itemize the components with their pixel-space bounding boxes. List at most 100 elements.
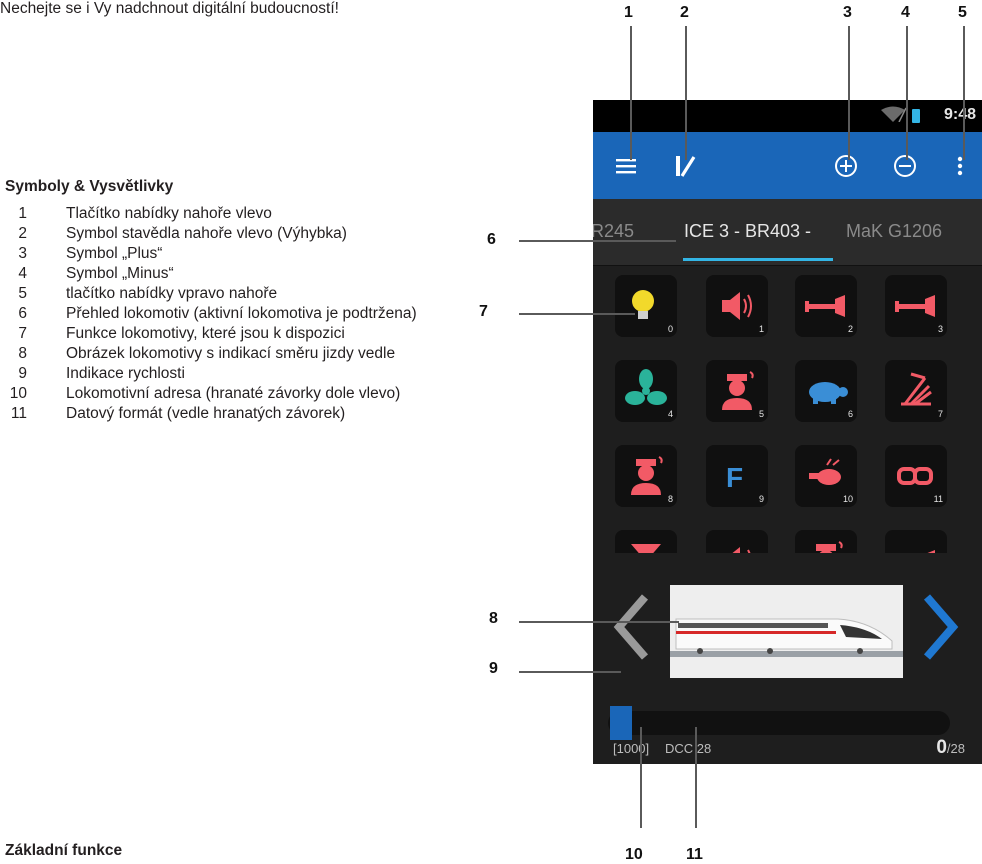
function-number: 0 [667,324,673,334]
legend-item-number: 5 [18,285,27,302]
locomotive-image [670,585,903,678]
legend-item-number: 9 [18,365,27,382]
tab-r245[interactable]: R245 [593,221,634,242]
function-number: 7 [937,409,943,419]
callout-10: 10 [625,846,643,863]
legend-item-number: 7 [18,325,27,342]
function-button-10[interactable]: 10 [795,445,857,507]
function-button-9[interactable]: F9 [706,445,768,507]
function-button-5[interactable]: 5 [706,360,768,422]
speed-slider[interactable] [608,711,950,735]
function-button-6[interactable]: 6 [795,360,857,422]
legend-item-number: 11 [10,405,27,422]
function-button-11[interactable]: 11 [885,445,947,507]
leader-line-2 [685,26,687,160]
legend-item-text: Datový formát (vedle hranatých závorek) [66,405,346,422]
battery-icon [912,109,920,123]
callout-9: 9 [489,660,498,677]
phone-screenshot: 9:48 R245 ICE 3 - BR403 - MaK G1206 0 1 2 3… [593,100,982,764]
intro-text: Nechejte se i Vy nadchnout digitální bud… [0,0,339,17]
speed-indicator: 0/28 [936,737,965,759]
function-button-extra-13[interactable] [706,530,768,553]
status-time: 9:48 [943,106,976,123]
horn-icon [927,550,935,553]
chevron-left-icon[interactable] [613,593,649,661]
horn-vertical-icon [631,544,661,553]
legend-item-number: 4 [18,265,27,282]
function-number: 6 [847,409,853,419]
function-number: 10 [842,494,853,504]
tab-ice3-br403[interactable]: ICE 3 - BR403 - [684,221,811,242]
legend-item-number: 1 [18,205,27,222]
function-number: 2 [847,324,853,334]
menu-icon[interactable] [611,132,641,199]
section-heading: Základní funkce [5,842,123,859]
legend-item-text: Tlačítko nabídky nahoře vlevo [66,205,272,222]
data-format: DCC 28 [665,741,712,756]
legend-item-text: Symbol „Minus“ [66,265,174,282]
legend-item-text: Funkce lokomotivy, které jsou k dispozic… [66,325,345,342]
function-button-0[interactable]: 0 [615,275,677,337]
speed-max: /28 [946,741,965,756]
callout-6: 6 [487,231,496,248]
function-button-extra-15[interactable] [885,530,947,553]
legend-item-number: 6 [18,305,27,322]
function-grid: 0 1 2 3 4 5 6 7 8 F 9 10 11 [593,266,982,553]
chevron-right-icon[interactable] [923,593,959,661]
locomotive-address: [1000] [613,741,650,756]
plus-circle-icon[interactable] [828,132,864,199]
function-number: 5 [758,409,764,419]
app-bar [593,132,982,199]
callout-4: 4 [901,4,910,21]
minus-circle-icon[interactable] [887,132,923,199]
callout-1: 1 [624,4,633,21]
function-button-extra-12[interactable] [615,530,677,553]
function-button-3[interactable]: 3 [885,275,947,337]
legend-item-number: 10 [9,385,27,402]
leader-line-3 [848,26,850,160]
legend-item-number: 2 [18,225,27,242]
locomotive-panel: [1000] DCC 28 0/28 [593,553,982,764]
function-number: 4 [667,409,673,419]
locomotive-tabs: R245 ICE 3 - BR403 - MaK G1206 [593,199,982,266]
function-button-7[interactable]: 7 [885,360,947,422]
function-number: 9 [758,494,764,504]
legend-item-text: Lokomotivní adresa (hranaté závorky dole… [66,385,401,402]
legend-heading: Symboly & Vysvětlivky [5,178,174,195]
active-tab-indicator [683,258,833,261]
callout-3: 3 [843,4,852,21]
leader-line-10 [640,727,642,828]
tab-mak-g1206[interactable]: MaK G1206 [846,221,942,242]
function-number: 3 [937,324,943,334]
legend-item-text: Obrázek lokomotivy s indikací směru jizd… [66,345,396,362]
leader-line-11 [695,727,697,828]
legend-item-text: tlačítko nabídky vpravo nahoře [66,285,278,302]
function-button-4[interactable]: 4 [615,360,677,422]
speed-value: 0 [936,737,947,758]
leader-line-9 [519,671,621,673]
overflow-menu-icon[interactable] [948,132,972,199]
legend-item-number: 8 [18,345,27,362]
leader-line-4 [906,26,908,160]
callout-7: 7 [479,303,488,320]
leader-line-7 [519,313,635,315]
leader-line-1 [630,26,632,160]
function-button-1[interactable]: 1 [706,275,768,337]
function-button-extra-14[interactable] [795,530,857,553]
function-number: 1 [758,324,764,334]
speed-slider-thumb[interactable] [610,706,632,740]
callout-2: 2 [680,4,689,21]
speaker-icon [732,547,751,553]
function-button-2[interactable]: 2 [795,275,857,337]
callout-8: 8 [489,610,498,627]
wifi-icon [881,106,907,122]
svg-text:F: F [726,462,743,493]
function-number: 8 [667,494,673,504]
legend-item-text: Symbol „Plus“ [66,245,163,262]
leader-line-6 [519,240,676,242]
callout-5: 5 [958,4,967,21]
function-button-8[interactable]: 8 [615,445,677,507]
function-number: 11 [933,494,943,504]
legend-item-number: 3 [18,245,27,262]
leader-line-5 [963,26,965,160]
